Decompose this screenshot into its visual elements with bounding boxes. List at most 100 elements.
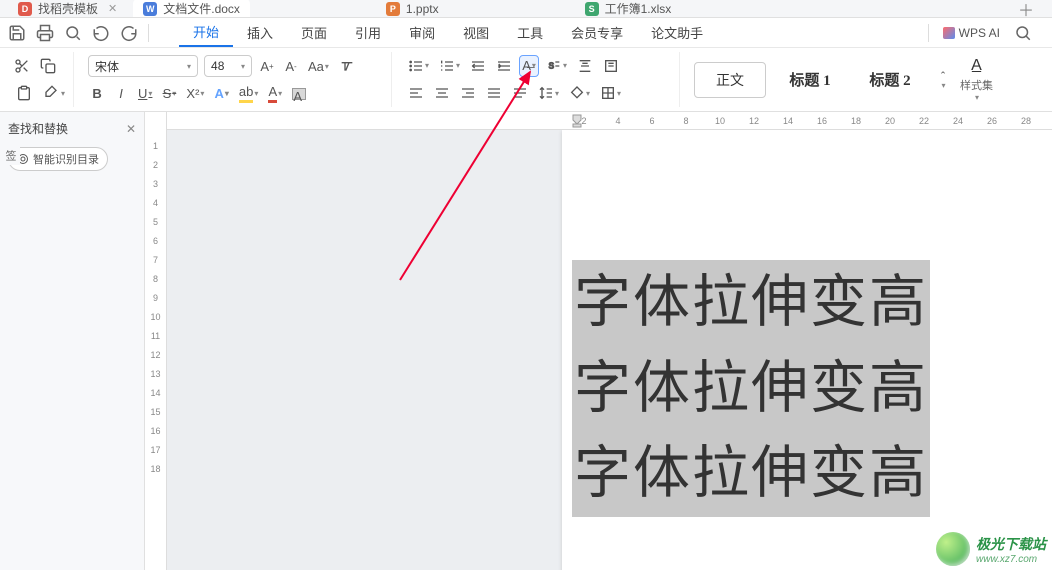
menu-page[interactable]: 页面 [287, 19, 341, 46]
highlight-color-button[interactable]: ab▾ [237, 84, 260, 104]
align-left-icon[interactable] [406, 83, 426, 103]
numbered-list-icon[interactable]: ▾ [437, 56, 462, 76]
ai-logo-icon [943, 27, 955, 39]
tab-pptx[interactable]: P 1.pptx [376, 0, 449, 18]
increase-font-icon[interactable]: A+ [258, 56, 276, 76]
tab-label: 1.pptx [406, 2, 439, 16]
add-tab-button[interactable]: ＋ [1008, 0, 1044, 18]
ruler-tick: 12 [737, 116, 771, 126]
cut-icon[interactable] [12, 56, 32, 76]
ruler-tick: 8 [153, 269, 158, 288]
menu-reference[interactable]: 引用 [341, 19, 395, 46]
chevron-down-icon: ▾ [187, 62, 191, 71]
menu-member[interactable]: 会员专享 [557, 19, 637, 46]
increase-indent-icon[interactable] [494, 56, 514, 76]
ruler-tick: 12 [150, 345, 160, 364]
ruler-tick: 14 [771, 116, 805, 126]
menu-paper-assistant[interactable]: 论文助手 [637, 19, 717, 46]
align-center-icon[interactable] [432, 83, 452, 103]
underline-button[interactable]: U▾ [136, 84, 154, 104]
italic-button[interactable]: I [112, 84, 130, 104]
align-justify-icon[interactable] [484, 83, 504, 103]
decrease-indent-icon[interactable] [468, 56, 488, 76]
ruler-tick: 3 [153, 174, 158, 193]
paste-button[interactable] [12, 83, 36, 103]
hruler-scale: 2 4 6 8 10 12 14 16 18 20 22 24 26 28 [567, 116, 1043, 126]
strikethrough-button[interactable]: S▾ [160, 84, 178, 104]
ruler-tick: 22 [907, 116, 941, 126]
format-painter-icon[interactable]: ▾ [42, 83, 67, 103]
bookmark-tab[interactable]: 签 [0, 146, 20, 165]
ruler-tick: 20 [873, 116, 907, 126]
close-icon[interactable]: ✕ [126, 122, 136, 136]
shading-button[interactable]: A [290, 84, 308, 104]
menu-tools[interactable]: 工具 [503, 19, 557, 46]
character-scale-button[interactable]: A̶▾ [520, 56, 538, 76]
text-line: 字体拉伸变高 [572, 346, 930, 432]
tab-label: 工作簿1.xlsx [605, 0, 672, 17]
word-app-icon: W [143, 2, 157, 16]
menu-view[interactable]: 视图 [449, 19, 503, 46]
font-size-select[interactable]: 48 ▾ [204, 55, 252, 77]
style-normal[interactable]: 正文 [694, 62, 766, 98]
ribbon: ▾ 宋体 ▾ 48 ▾ A+ A- Aa▾ B I U▾ S▾ X²▾ A▾ a… [0, 48, 1052, 112]
preview-icon[interactable] [64, 24, 82, 42]
shading-icon[interactable]: ▾ [567, 83, 592, 103]
ruler-tick: 18 [150, 459, 160, 478]
ruler-tick: 9 [153, 288, 158, 307]
vertical-ruler[interactable]: 1 2 3 4 5 6 7 8 9 10 11 12 13 14 15 16 1… [145, 112, 167, 570]
font-color-button[interactable]: A▾ [266, 84, 284, 104]
styles-group: 正文 标题 1 标题 2 ⌃▾ A̲ 样式集 ▾ [688, 52, 999, 107]
horizontal-ruler[interactable]: 2 4 6 8 10 12 14 16 18 20 22 24 26 28 [167, 112, 1052, 130]
undo-icon[interactable] [92, 24, 110, 42]
print-icon[interactable] [36, 24, 54, 42]
text-direction-icon[interactable]: S▾ [544, 56, 569, 76]
style-heading2[interactable]: 标题 2 [854, 62, 926, 98]
ruler-tick: 17 [150, 440, 160, 459]
wps-ai-button[interactable]: WPS AI [943, 26, 1000, 40]
redo-icon[interactable] [120, 24, 138, 42]
watermark-orb-icon [936, 532, 970, 566]
page[interactable]: 字体拉伸变高 字体拉伸变高 字体拉伸变高 [562, 130, 1052, 570]
save-icon[interactable] [8, 24, 26, 42]
document-canvas[interactable]: 字体拉伸变高 字体拉伸变高 字体拉伸变高 [167, 130, 1052, 570]
menu-start[interactable]: 开始 [179, 18, 233, 47]
borders-icon[interactable]: ▾ [598, 83, 623, 103]
change-case-icon[interactable]: Aa▾ [306, 56, 331, 76]
tab-docx[interactable]: W 文档文件.docx [133, 0, 250, 18]
smart-toc-button[interactable]: 智能识别目录 [8, 147, 108, 171]
superscript-button[interactable]: X²▾ [184, 84, 206, 104]
copy-icon[interactable] [38, 56, 58, 76]
bold-button[interactable]: B [88, 84, 106, 104]
ruler-tick: 10 [150, 307, 160, 326]
document-viewport: 1 2 3 4 5 6 7 8 9 10 11 12 13 14 15 16 1… [145, 112, 1052, 570]
text-wrap-icon[interactable] [601, 56, 621, 76]
vertical-align-icon[interactable] [575, 56, 595, 76]
ruler-tick: 6 [153, 231, 158, 250]
search-icon[interactable] [1014, 24, 1032, 42]
menu-bar: 开始 插入 页面 引用 审阅 视图 工具 会员专享 论文助手 [179, 18, 717, 47]
svg-text:S: S [549, 61, 554, 70]
ruler-tick: 4 [601, 116, 635, 126]
text-line: 字体拉伸变高 [572, 260, 930, 346]
align-right-icon[interactable] [458, 83, 478, 103]
decrease-font-icon[interactable]: A- [282, 56, 300, 76]
ruler-tick: 7 [153, 250, 158, 269]
tab-xlsx[interactable]: S 工作簿1.xlsx [575, 0, 682, 18]
close-icon[interactable]: ✕ [108, 2, 117, 15]
styles-more-icon[interactable]: ⌃▾ [934, 70, 952, 90]
ruler-tick: 10 [703, 116, 737, 126]
ruler-tick: 16 [805, 116, 839, 126]
menu-insert[interactable]: 插入 [233, 19, 287, 46]
style-collection-button[interactable]: A̲ 样式集 ▾ [960, 57, 993, 102]
font-family-select[interactable]: 宋体 ▾ [88, 55, 198, 77]
style-heading1[interactable]: 标题 1 [774, 62, 846, 98]
menu-review[interactable]: 审阅 [395, 19, 449, 46]
selected-text-block[interactable]: 字体拉伸变高 字体拉伸变高 字体拉伸变高 [572, 260, 930, 517]
text-effects-button[interactable]: A▾ [212, 84, 230, 104]
clear-format-icon[interactable] [337, 56, 357, 76]
bullet-list-icon[interactable]: ▾ [406, 56, 431, 76]
line-spacing-icon[interactable]: ▾ [536, 83, 561, 103]
distribute-icon[interactable] [510, 83, 530, 103]
tab-templates[interactable]: D 找稻壳模板 ✕ [8, 0, 127, 18]
